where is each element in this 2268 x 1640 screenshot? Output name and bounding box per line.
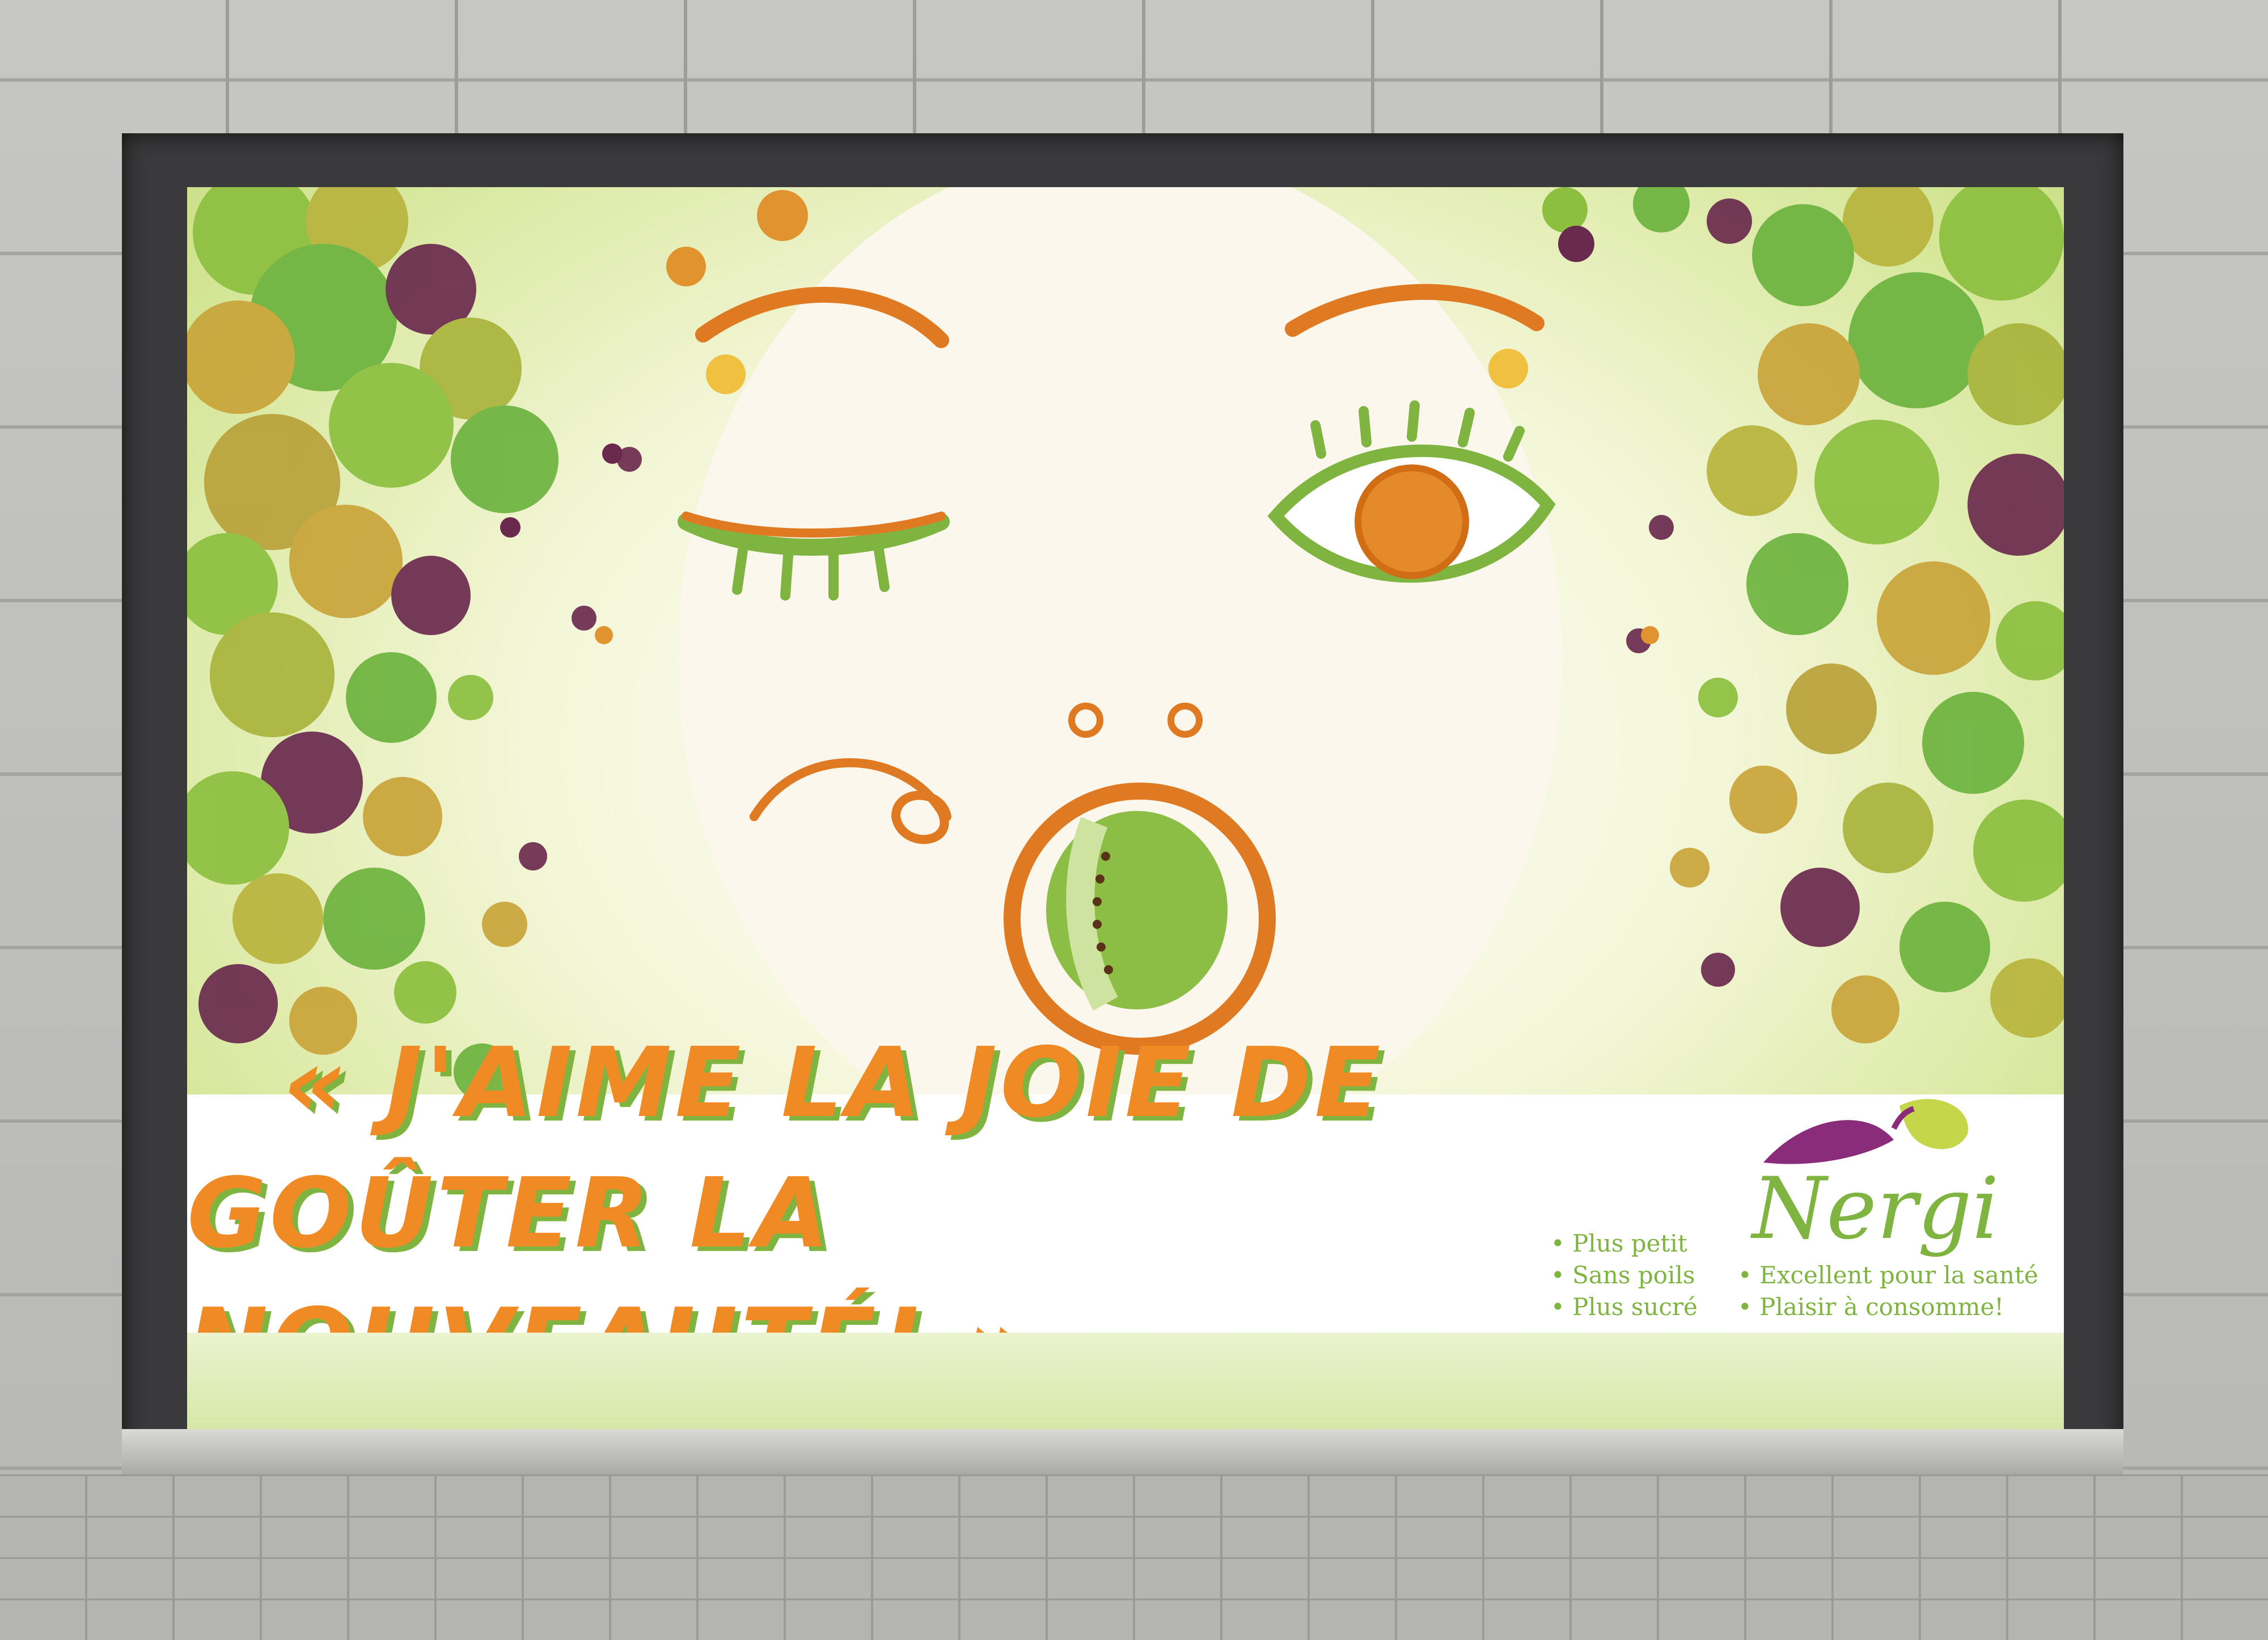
feature-item: • Plus sucré: [1551, 1293, 1698, 1321]
bubble: [666, 247, 706, 286]
dot: [500, 517, 521, 538]
sidewalk: [0, 1474, 2268, 1640]
slogan-banner: « J'AIME LA JOIE DE GOÛTER LA NOUVEAUTÉ!…: [187, 1027, 2064, 1400]
cheek-dot: [706, 354, 746, 394]
bubble: [757, 190, 808, 241]
feature-item: • Excellent pour la santé: [1738, 1261, 2038, 1289]
bubbles-left: [187, 187, 642, 1100]
bubbles-right: [1626, 187, 2064, 1043]
poster: « J'AIME LA JOIE DE GOÛTER LA NOUVEAUTÉ!…: [187, 187, 2064, 1429]
feature-item: • Plaisir à consomme!: [1738, 1293, 2004, 1321]
dot: [1641, 626, 1659, 644]
feature-item: • Plus petit: [1551, 1229, 1687, 1257]
dot: [595, 626, 613, 644]
window-sill: [122, 1429, 2123, 1474]
feature-item: • Sans poils: [1551, 1261, 1695, 1289]
dot: [602, 443, 623, 464]
feature-list: • Plus petit • Sans poils • Plus sucré •…: [1551, 1228, 2050, 1324]
bubble: [1542, 187, 1588, 233]
cheek-dot: [1488, 349, 1528, 388]
banner-footer: [187, 1333, 2064, 1429]
bubble: [1558, 226, 1594, 262]
